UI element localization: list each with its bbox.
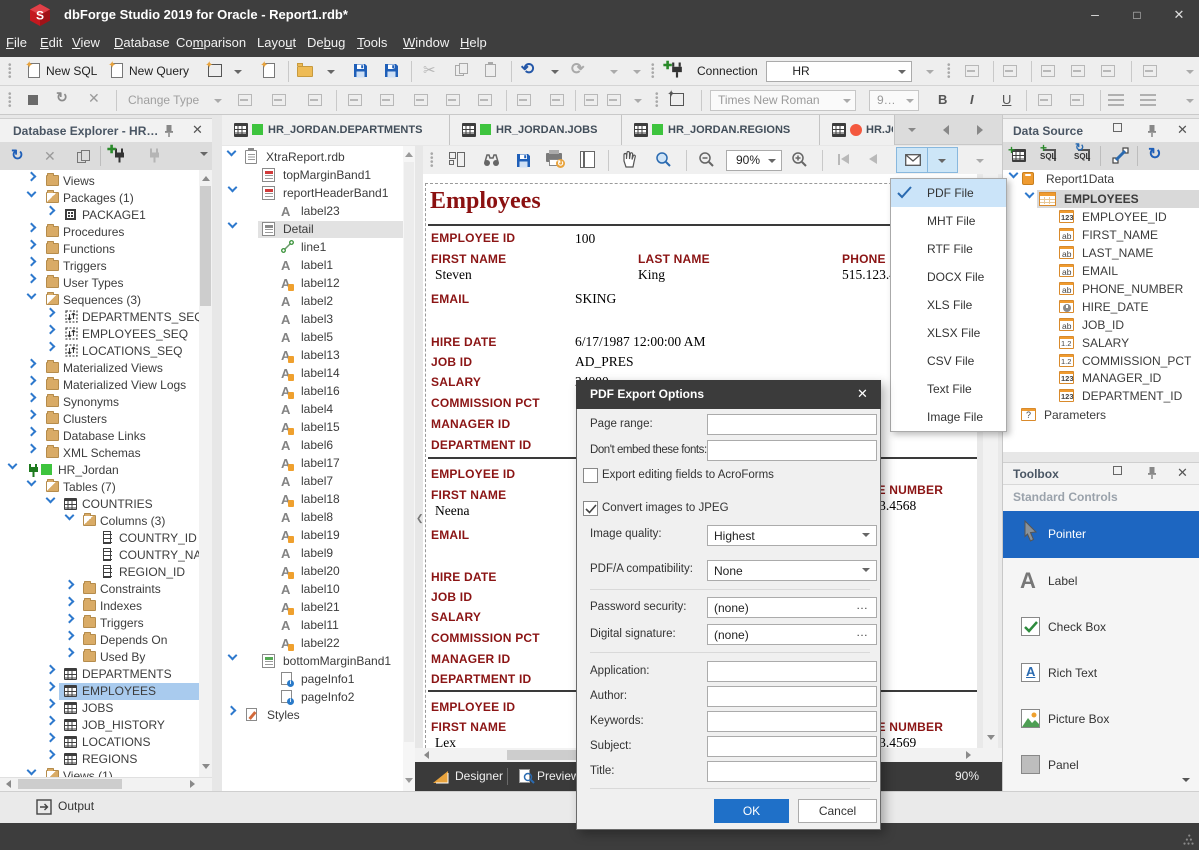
- svg-text:S: S: [36, 9, 44, 23]
